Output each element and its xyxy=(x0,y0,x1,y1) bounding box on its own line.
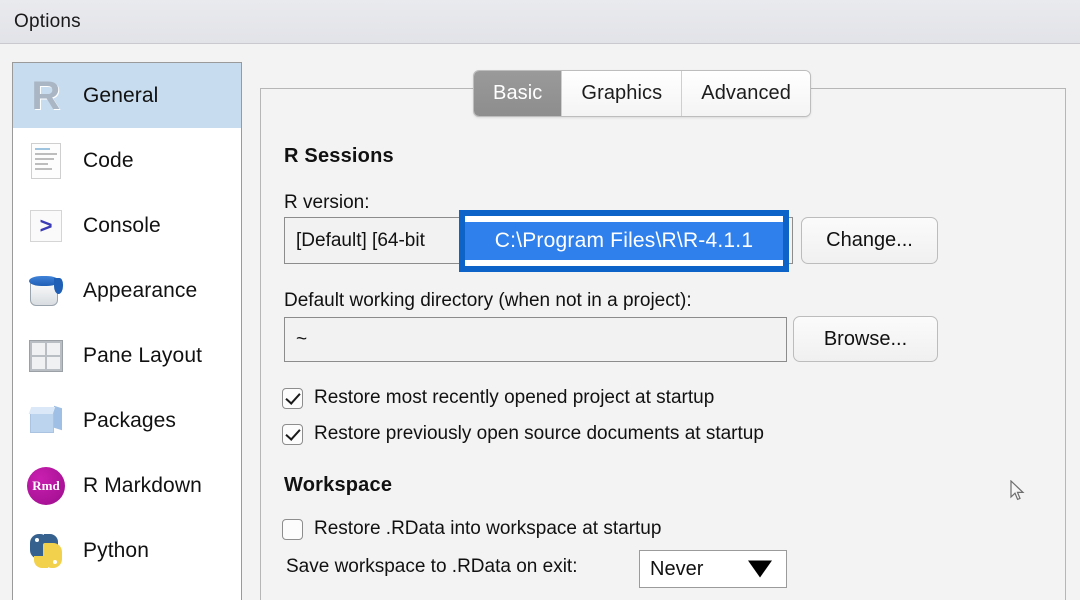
sidebar-item-pane-layout[interactable]: Pane Layout xyxy=(13,323,241,388)
sidebar-item-label: General xyxy=(83,83,159,107)
working-directory-input[interactable]: ~ xyxy=(284,317,787,362)
checkbox-label: Restore .RData into workspace at startup xyxy=(314,518,662,539)
cube-icon xyxy=(23,398,69,444)
window-title: Options xyxy=(14,11,81,32)
console-glyph: > xyxy=(30,209,62,242)
panes-icon xyxy=(23,333,69,379)
settings-sidebar[interactable]: R General Code > Console Appearance Pane… xyxy=(12,62,242,600)
browse-button[interactable]: Browse... xyxy=(793,316,938,362)
options-dialog: Options R General Code > Console Appeara… xyxy=(0,0,1080,600)
selected-path-text[interactable]: C:\Program Files\R\R-4.1.1 xyxy=(465,222,783,260)
sidebar-item-packages[interactable]: Packages xyxy=(13,388,241,453)
document-icon xyxy=(23,138,69,184)
save-workspace-label: Save workspace to .RData on exit: xyxy=(286,556,578,577)
mouse-pointer-icon xyxy=(1010,479,1026,502)
r-logo-icon: R xyxy=(23,73,69,119)
checkbox-row-restore-documents[interactable]: Restore previously open source documents… xyxy=(282,423,764,445)
sidebar-item-console[interactable]: > Console xyxy=(13,193,241,258)
checkbox-label: Restore previously open source documents… xyxy=(314,423,764,444)
checkbox-restore-documents[interactable] xyxy=(282,423,303,445)
sidebar-item-label: Appearance xyxy=(83,278,198,302)
sidebar-item-label: Packages xyxy=(83,408,177,432)
sidebar-item-r-markdown[interactable]: Rmd R Markdown xyxy=(13,453,241,518)
sidebar-item-label: Console xyxy=(83,213,161,237)
sidebar-item-code[interactable]: Code xyxy=(13,128,241,193)
sidebar-item-label: Code xyxy=(83,148,134,172)
tab-basic[interactable]: Basic xyxy=(474,71,563,116)
sidebar-item-general[interactable]: R General xyxy=(13,63,241,128)
prompt-icon: > xyxy=(23,203,69,249)
chevron-down-icon xyxy=(748,560,772,578)
checkbox-label: Restore most recently opened project at … xyxy=(314,387,715,408)
r-version-label: R version: xyxy=(284,192,370,213)
rmd-label: Rmd xyxy=(27,466,65,505)
checkbox-row-restore-rdata[interactable]: Restore .RData into workspace at startup xyxy=(282,518,661,540)
checkbox-restore-rdata[interactable] xyxy=(282,518,303,540)
sidebar-item-python[interactable]: Python xyxy=(13,518,241,583)
save-workspace-select[interactable]: Never xyxy=(639,550,787,588)
title-bar: Options xyxy=(0,0,1080,44)
r-glyph: R xyxy=(31,73,61,118)
checkbox-row-restore-project[interactable]: Restore most recently opened project at … xyxy=(282,387,714,409)
working-directory-label: Default working directory (when not in a… xyxy=(284,290,692,311)
change-button[interactable]: Change... xyxy=(801,217,938,264)
section-title-workspace: Workspace xyxy=(284,474,393,496)
tab-graphics[interactable]: Graphics xyxy=(562,71,683,116)
checkbox-restore-project[interactable] xyxy=(282,387,303,409)
settings-tab-bar[interactable]: Basic Graphics Advanced xyxy=(473,70,812,117)
save-workspace-value: Never xyxy=(650,557,704,580)
sidebar-item-label: Python xyxy=(83,538,149,562)
section-title-r-sessions: R Sessions xyxy=(284,145,394,167)
sidebar-item-appearance[interactable]: Appearance xyxy=(13,258,241,323)
python-icon xyxy=(23,528,69,574)
tab-advanced[interactable]: Advanced xyxy=(682,71,811,116)
paint-bucket-icon xyxy=(23,268,69,314)
sidebar-item-label: R Markdown xyxy=(83,473,202,497)
sidebar-item-label: Pane Layout xyxy=(83,343,203,367)
rmd-icon: Rmd xyxy=(23,463,69,509)
